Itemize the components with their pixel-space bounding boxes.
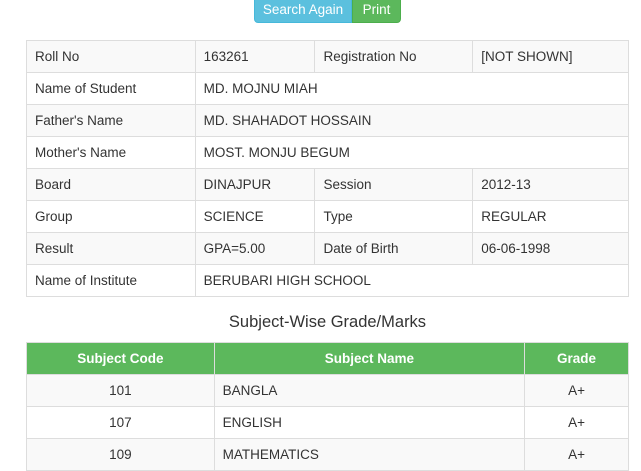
subject-grade: A+: [524, 438, 629, 471]
grades-caption: Subject-Wise Grade/Marks: [228, 313, 427, 331]
student-name-value: MD. MOJNU MIAH: [194, 72, 630, 105]
subject-name: ENGLISH: [213, 406, 526, 439]
grade-header: Grade: [524, 342, 629, 375]
subject-grade: A+: [524, 374, 629, 407]
table-row: Mother's Name MOST. MONJU BEGUM: [26, 136, 630, 169]
table-row: Name of Institute BERUBARI HIGH SCHOOL: [26, 264, 630, 297]
subject-code: 107: [26, 406, 215, 439]
type-label: Type: [314, 200, 474, 233]
result-value: GPA=5.00: [194, 232, 316, 265]
roll-label: Roll No: [26, 40, 196, 73]
institute-label: Name of Institute: [26, 264, 196, 297]
search-again-button[interactable]: Search Again: [254, 0, 352, 23]
subject-code-header: Subject Code: [26, 342, 215, 375]
group-label: Group: [26, 200, 196, 233]
table-row: Name of Student MD. MOJNU MIAH: [26, 72, 630, 105]
registration-label: Registration No: [314, 40, 474, 73]
student-info-table: Roll No 163261 Registration No [NOT SHOW…: [26, 40, 630, 297]
table-row: Father's Name MD. SHAHADOT HOSSAIN: [26, 104, 630, 137]
type-value: REGULAR: [472, 200, 629, 233]
board-label: Board: [26, 168, 196, 201]
subject-code: 109: [26, 438, 215, 471]
table-row: 101 BANGLA A+: [26, 374, 629, 407]
action-buttons: Search Again Print: [254, 0, 401, 23]
father-name-label: Father's Name: [26, 104, 196, 137]
roll-value: 163261: [194, 40, 316, 73]
dob-value: 06-06-1998: [472, 232, 629, 265]
session-value: 2012-13: [472, 168, 629, 201]
table-row: Board DINAJPUR Session 2012-13: [26, 168, 629, 201]
print-button[interactable]: Print: [352, 0, 401, 23]
subject-grade: A+: [524, 406, 629, 439]
registration-value: [NOT SHOWN]: [472, 40, 629, 73]
result-label: Result: [26, 232, 196, 265]
table-row: Group SCIENCE Type REGULAR: [26, 200, 629, 233]
subject-name-header: Subject Name: [213, 342, 526, 375]
subject-name: BANGLA: [213, 374, 526, 407]
table-header-row: Subject Code Subject Name Grade: [26, 342, 629, 375]
table-row: 109 MATHEMATICS A+: [26, 438, 629, 471]
institute-value: BERUBARI HIGH SCHOOL: [194, 264, 630, 297]
father-name-value: MD. SHAHADOT HOSSAIN: [194, 104, 630, 137]
group-value: SCIENCE: [194, 200, 316, 233]
mother-name-value: MOST. MONJU BEGUM: [194, 136, 630, 169]
grades-table: Subject Code Subject Name Grade 101 BANG…: [26, 342, 629, 471]
session-label: Session: [314, 168, 474, 201]
subject-name: MATHEMATICS: [213, 438, 526, 471]
dob-label: Date of Birth: [314, 232, 474, 265]
table-row: Roll No 163261 Registration No [NOT SHOW…: [26, 40, 629, 73]
board-value: DINAJPUR: [194, 168, 316, 201]
table-row: Result GPA=5.00 Date of Birth 06-06-1998: [26, 232, 629, 265]
mother-name-label: Mother's Name: [26, 136, 196, 169]
subject-code: 101: [26, 374, 215, 407]
student-name-label: Name of Student: [26, 72, 196, 105]
table-row: 107 ENGLISH A+: [26, 406, 629, 439]
